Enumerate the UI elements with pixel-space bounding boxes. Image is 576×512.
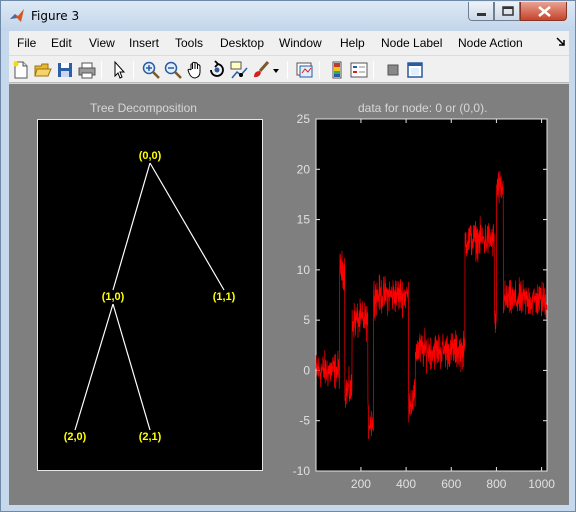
minimize-icon [477,13,486,16]
tree-node-2-0[interactable]: (2,0) [64,431,87,443]
figure-canvas: Tree Decomposition (0,0) (1,0) (1,1) (2,… [9,84,569,505]
link-plot-icon [296,62,313,78]
maximize-icon [502,6,514,16]
colorbar-icon [332,61,342,79]
figure-window: Figure 3 File Edit View Insert Tools Des… [0,0,576,512]
menu-view[interactable]: View [89,36,115,50]
save-button[interactable] [55,60,75,80]
close-button[interactable] [520,2,567,21]
tree-panel-title: Tree Decomposition [90,101,197,115]
x-tick-label: 400 [396,477,416,491]
new-figure-icon [13,61,28,79]
rotate-3d-icon [210,60,224,77]
tree-edge-3 [112,303,151,431]
pan-button[interactable] [185,60,205,80]
zoom-in-icon [142,61,160,79]
open-file-icon [34,63,52,77]
tree-edge-0 [112,162,151,291]
edit-plot-arrow-icon [114,60,126,79]
hide-plot-tools-button[interactable] [383,60,403,80]
brush-icon [254,61,270,78]
menu-help[interactable]: Help [340,36,365,50]
menu-window[interactable]: Window [279,36,322,50]
save-icon [58,63,72,77]
zoom-out-icon [164,61,182,79]
show-plot-tools-button[interactable] [405,60,425,80]
open-file-button[interactable] [33,60,53,80]
menu-insert[interactable]: Insert [129,36,159,50]
dock-arrow-icon[interactable] [556,37,566,47]
brush-dropdown-icon [273,69,279,73]
figure-toolbar [9,55,569,83]
hide-plot-tools-icon [387,64,399,76]
menu-edit[interactable]: Edit [51,36,72,50]
menu-desktop[interactable]: Desktop [220,36,264,50]
show-plot-tools-icon [407,62,423,78]
tree-node-2-1[interactable]: (2,1) [139,431,162,443]
data-cursor-button[interactable] [229,60,249,80]
zoom-out-button[interactable] [163,60,183,80]
tree-node-1-1[interactable]: (1,1) [213,291,236,303]
matlab-logo-icon [10,9,24,22]
menu-node-action[interactable]: Node Action [458,36,523,50]
y-tick-label: -10 [293,464,311,478]
print-icon [78,62,96,79]
y-tick-label: 15 [297,213,311,227]
zoom-in-button[interactable] [141,60,161,80]
tree-node-1-0[interactable]: (1,0) [102,291,125,303]
brush-button[interactable] [251,60,271,80]
y-tick-label: -5 [299,414,310,428]
window-title: Figure 3 [31,9,80,23]
pan-hand-icon [187,61,201,79]
close-icon [538,6,551,17]
tree-edge-2 [74,303,114,431]
toolbar-separator [133,61,134,79]
x-tick-label: 600 [441,477,461,491]
toolbar-separator [373,61,374,79]
tree-axes: (0,0) (1,0) (1,1) (2,0) (2,1) [37,119,263,471]
print-button[interactable] [77,60,97,80]
y-tick-label: 10 [297,263,311,277]
legend-icon [350,62,368,78]
y-tick-label: 0 [303,363,310,377]
maximize-button[interactable] [494,2,520,21]
y-tick-label: 5 [303,313,310,327]
menu-tools[interactable]: Tools [175,36,203,50]
insert-legend-button[interactable] [349,60,369,80]
signal-chart: -10 -5 0 5 10 15 20 25 200 400 600 800 1000 [293,112,556,491]
tree-node-0-0[interactable]: (0,0) [139,150,162,162]
data-cursor-icon [230,61,248,79]
toolbar-separator [287,61,288,79]
menu-node-label[interactable]: Node Label [381,36,442,50]
menu-bar: File Edit View Insert Tools Desktop Wind… [9,31,569,55]
brush-dropdown-button[interactable] [271,60,281,80]
x-tick-label: 800 [486,477,506,491]
toolbar-separator [319,61,320,79]
insert-colorbar-button[interactable] [327,60,347,80]
title-bar[interactable]: Figure 3 [1,1,575,31]
link-plot-button[interactable] [295,60,315,80]
y-tick-label: 25 [297,112,311,126]
x-tick-label: 200 [351,477,371,491]
x-tick-label: 1000 [528,477,555,491]
minimize-button[interactable] [468,2,494,21]
y-tick-label: 20 [297,162,311,176]
new-figure-button[interactable] [11,60,31,80]
tree-edge-1 [149,162,225,291]
toolbar-separator [101,61,102,79]
edit-plot-button[interactable] [109,60,129,80]
rotate-3d-button[interactable] [207,60,227,80]
menu-file[interactable]: File [17,36,36,50]
